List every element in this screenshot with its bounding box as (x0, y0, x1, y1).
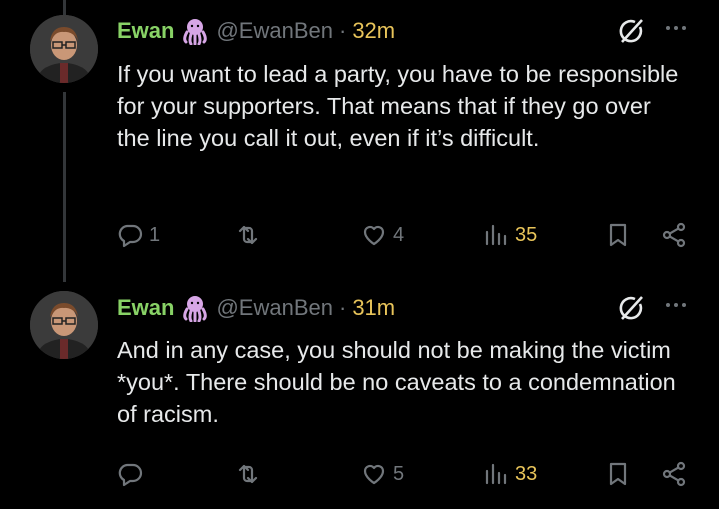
like-count: 4 (393, 223, 405, 246)
tweet[interactable]: Ewan @EwanBen · 32m If you want to lead … (0, 0, 719, 270)
timestamp[interactable]: 32m (352, 18, 395, 44)
timestamp[interactable]: 31m (352, 295, 395, 321)
share-icon (662, 461, 686, 487)
views-count: 33 (515, 462, 538, 485)
display-name[interactable]: Ewan (117, 18, 174, 44)
views-button[interactable]: 35 (483, 219, 537, 251)
share-button[interactable] (661, 219, 687, 251)
like-count: 5 (393, 462, 405, 485)
retweet-icon (238, 464, 258, 484)
handle[interactable]: @EwanBen (216, 18, 333, 44)
tweet-header: Ewan @EwanBen · 32m (117, 16, 395, 46)
separator: · (338, 18, 347, 43)
like-button[interactable]: 5 (361, 458, 404, 490)
separator: · (338, 295, 347, 320)
retweet-button[interactable] (235, 219, 267, 251)
reply-icon (118, 224, 143, 248)
reply-icon (118, 463, 143, 487)
octopus-icon (180, 294, 210, 322)
views-icon (485, 224, 507, 246)
more-icon[interactable] (661, 295, 691, 315)
share-icon (662, 222, 686, 248)
display-name[interactable]: Ewan (117, 295, 174, 321)
views-icon (485, 463, 507, 485)
bookmark-icon (609, 462, 627, 486)
grok-icon[interactable] (616, 293, 646, 323)
more-icon[interactable] (661, 18, 691, 38)
grok-icon[interactable] (616, 16, 646, 46)
share-button[interactable] (661, 458, 687, 490)
reply-button[interactable]: 1 (117, 219, 160, 251)
views-count: 35 (515, 223, 538, 246)
octopus-icon (180, 17, 210, 45)
reply-button[interactable] (117, 458, 149, 490)
heart-icon (363, 225, 385, 246)
bookmark-icon (609, 223, 627, 247)
heart-icon (363, 464, 385, 485)
action-bar: 5 33 (117, 458, 697, 490)
like-button[interactable]: 4 (361, 219, 404, 251)
retweet-button[interactable] (235, 458, 267, 490)
tweet-text: If you want to lead a party, you have to… (117, 61, 679, 151)
views-button[interactable]: 33 (483, 458, 537, 490)
retweet-icon (238, 225, 258, 245)
avatar[interactable] (30, 15, 98, 83)
tweet-header: Ewan @EwanBen · 31m (117, 293, 395, 323)
bookmark-button[interactable] (605, 219, 631, 251)
tweet-text: And in any case, you should not be makin… (117, 337, 676, 427)
reply-count: 1 (149, 223, 161, 246)
action-bar: 1 4 35 (117, 219, 697, 251)
handle[interactable]: @EwanBen (216, 295, 333, 321)
bookmark-button[interactable] (605, 458, 631, 490)
avatar[interactable] (30, 291, 98, 359)
tweet[interactable]: Ewan @EwanBen · 31m And in any case, you… (0, 278, 719, 509)
